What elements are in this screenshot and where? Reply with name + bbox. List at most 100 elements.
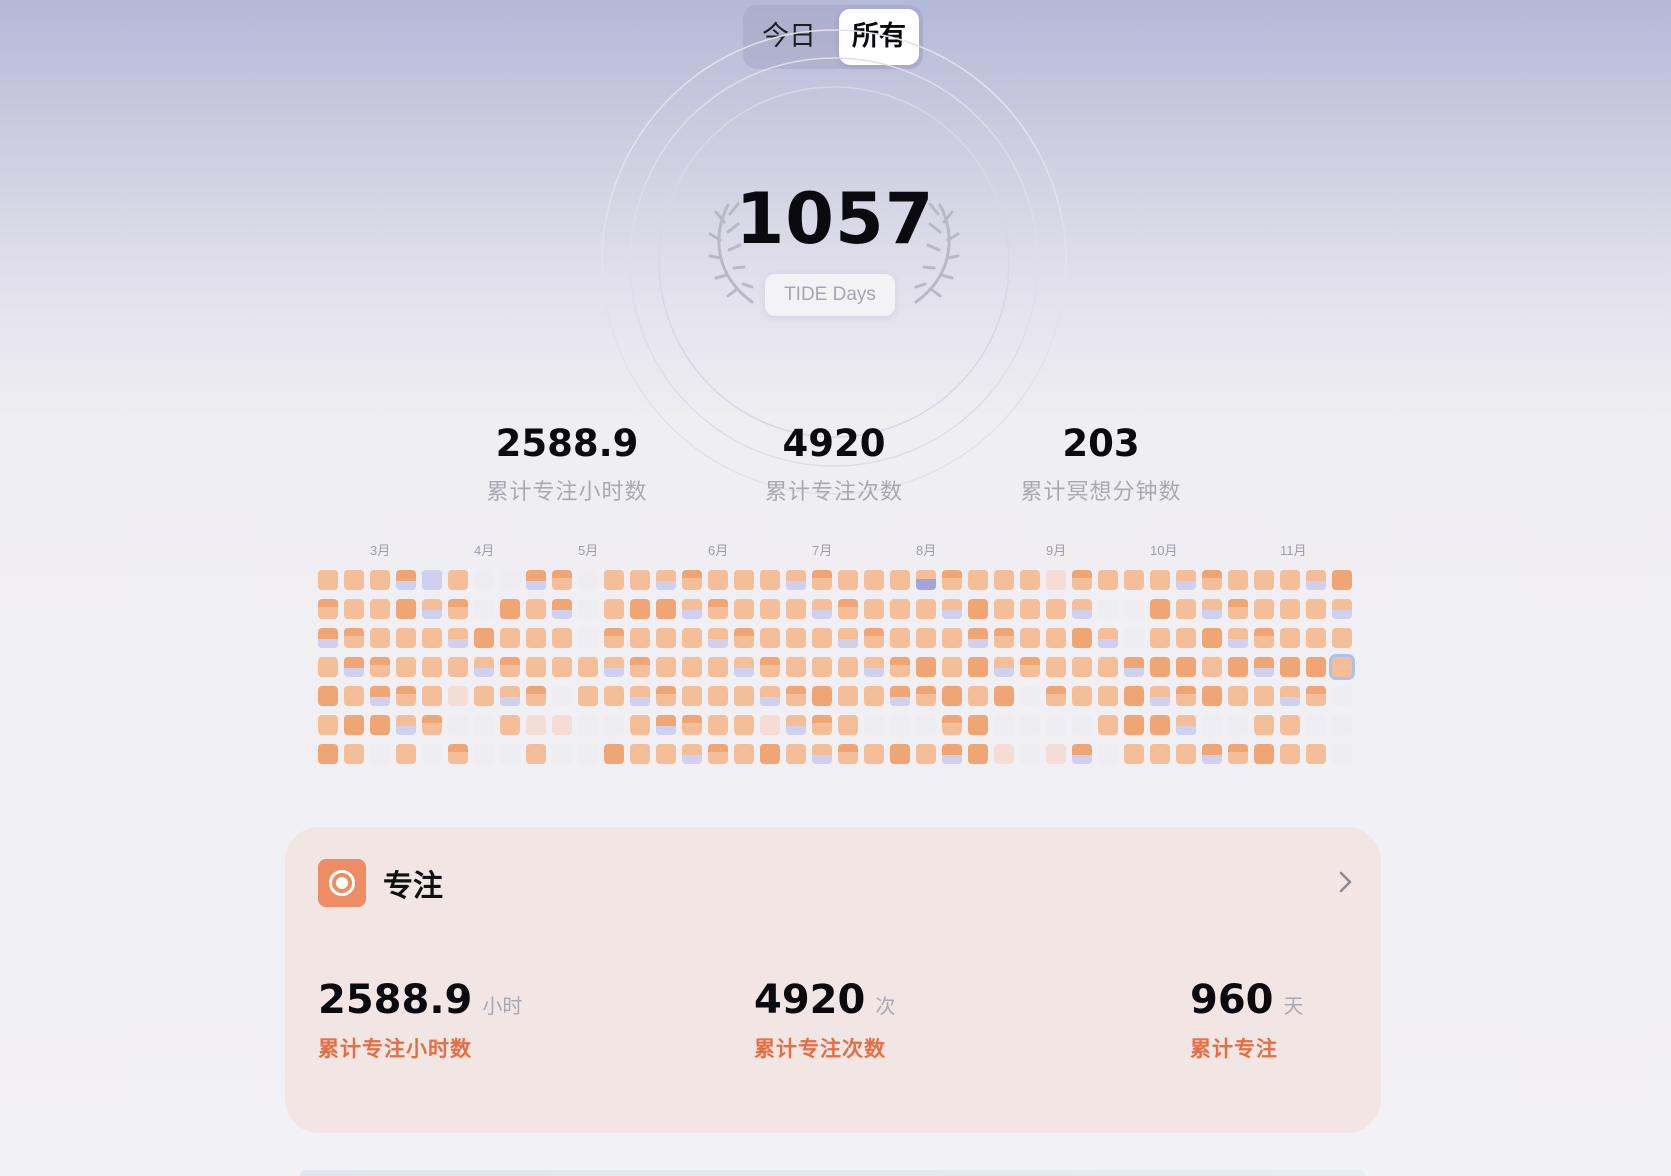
heatmap-day-cell[interactable] (734, 657, 754, 677)
heatmap-day-cell[interactable] (760, 628, 780, 648)
heatmap-day-cell[interactable] (318, 686, 338, 706)
heatmap-day-cell[interactable] (1176, 599, 1196, 619)
heatmap-day-cell[interactable] (1306, 744, 1326, 764)
heatmap-day-cell[interactable] (1098, 628, 1118, 648)
heatmap-day-cell[interactable] (630, 744, 650, 764)
heatmap-day-cell[interactable] (526, 570, 546, 590)
heatmap-day-cell[interactable] (1280, 715, 1300, 735)
heatmap-day-cell[interactable] (1332, 570, 1352, 590)
heatmap-day-cell[interactable] (552, 715, 572, 735)
heatmap-day-cell[interactable] (578, 570, 598, 590)
heatmap-day-cell[interactable] (890, 657, 910, 677)
heatmap-day-cell[interactable] (1332, 715, 1352, 735)
heatmap-day-cell[interactable] (396, 715, 416, 735)
heatmap-day-cell[interactable] (1020, 628, 1040, 648)
heatmap-day-cell[interactable] (526, 599, 546, 619)
heatmap-day-cell[interactable] (682, 570, 702, 590)
heatmap-day-cell[interactable] (1228, 570, 1248, 590)
heatmap-day-cell[interactable] (734, 686, 754, 706)
heatmap-day-cell[interactable] (552, 657, 572, 677)
heatmap-day-cell[interactable] (604, 686, 624, 706)
heatmap-day-cell[interactable] (370, 744, 390, 764)
focus-card[interactable]: 专注 2588.9 小时 累计专注小时数 4920 次 累计专注次数 960 天 累计… (285, 827, 1381, 1133)
heatmap-day-cell[interactable] (578, 628, 598, 648)
heatmap-day-cell[interactable] (448, 599, 468, 619)
heatmap-day-cell[interactable] (1306, 715, 1326, 735)
heatmap-day-cell[interactable] (474, 628, 494, 648)
heatmap-day-cell[interactable] (890, 744, 910, 764)
heatmap-day-cell[interactable] (344, 657, 364, 677)
heatmap-day-cell[interactable] (1306, 686, 1326, 706)
heatmap-day-cell[interactable] (994, 686, 1014, 706)
heatmap-day-cell[interactable] (500, 570, 520, 590)
heatmap-day-cell[interactable] (500, 715, 520, 735)
toggle-all-button[interactable]: 所有 (839, 9, 919, 65)
heatmap-day-cell[interactable] (968, 628, 988, 648)
heatmap-day-cell[interactable] (1072, 599, 1092, 619)
heatmap-day-cell[interactable] (1228, 657, 1248, 677)
heatmap-day-cell[interactable] (1020, 744, 1040, 764)
heatmap-day-cell[interactable] (1280, 599, 1300, 619)
heatmap-day-cell[interactable] (864, 686, 884, 706)
heatmap-day-cell[interactable] (1124, 744, 1144, 764)
heatmap-day-cell[interactable] (1176, 686, 1196, 706)
heatmap-day-cell[interactable] (500, 657, 520, 677)
heatmap-day-cell[interactable] (1124, 628, 1144, 648)
heatmap-day-cell[interactable] (1046, 657, 1066, 677)
heatmap-day-cell[interactable] (760, 744, 780, 764)
heatmap-day-cell[interactable] (1280, 686, 1300, 706)
heatmap-day-cell[interactable] (1254, 657, 1274, 677)
heatmap-day-cell[interactable] (812, 599, 832, 619)
heatmap-day-cell[interactable] (708, 657, 728, 677)
heatmap-day-cell[interactable] (1254, 570, 1274, 590)
heatmap-day-cell[interactable] (838, 657, 858, 677)
heatmap-day-cell[interactable] (1280, 744, 1300, 764)
heatmap-day-cell[interactable] (1098, 657, 1118, 677)
heatmap-day-cell[interactable] (370, 657, 390, 677)
heatmap-day-cell[interactable] (734, 744, 754, 764)
heatmap-day-cell[interactable] (630, 628, 650, 648)
heatmap-day-cell[interactable] (1046, 744, 1066, 764)
heatmap-day-cell[interactable] (578, 657, 598, 677)
heatmap-day-cell[interactable] (500, 744, 520, 764)
heatmap-day-cell[interactable] (1228, 686, 1248, 706)
heatmap-day-cell[interactable] (682, 599, 702, 619)
heatmap-day-cell[interactable] (604, 599, 624, 619)
heatmap-day-cell[interactable] (370, 686, 390, 706)
heatmap-day-cell[interactable] (552, 599, 572, 619)
heatmap-day-cell[interactable] (1072, 715, 1092, 735)
heatmap-day-cell[interactable] (474, 715, 494, 735)
heatmap-day-cell[interactable] (578, 686, 598, 706)
heatmap-day-cell[interactable] (968, 657, 988, 677)
heatmap-day-cell[interactable] (1046, 599, 1066, 619)
heatmap-day-cell[interactable] (1306, 628, 1326, 648)
heatmap-day-cell[interactable] (500, 599, 520, 619)
heatmap-day-cell[interactable] (630, 570, 650, 590)
heatmap-day-cell[interactable] (994, 628, 1014, 648)
heatmap-day-cell[interactable] (448, 570, 468, 590)
heatmap-day-cell[interactable] (968, 599, 988, 619)
heatmap-day-cell[interactable] (1176, 715, 1196, 735)
heatmap-day-cell[interactable] (994, 657, 1014, 677)
heatmap-day-cell[interactable] (1020, 657, 1040, 677)
heatmap-day-cell[interactable] (318, 657, 338, 677)
heatmap-day-cell[interactable] (968, 570, 988, 590)
heatmap-day-cell[interactable] (1098, 715, 1118, 735)
heatmap-day-cell[interactable] (656, 686, 676, 706)
heatmap-day-cell[interactable] (318, 570, 338, 590)
heatmap-day-cell[interactable] (1332, 599, 1352, 619)
heatmap-day-cell[interactable] (760, 657, 780, 677)
heatmap-day-cell[interactable] (1228, 599, 1248, 619)
heatmap-day-cell[interactable] (656, 657, 676, 677)
heatmap-day-cell[interactable] (1046, 570, 1066, 590)
heatmap-day-cell[interactable] (422, 657, 442, 677)
heatmap-day-cell[interactable] (630, 599, 650, 619)
heatmap-day-cell[interactable] (604, 570, 624, 590)
heatmap-day-cell[interactable] (422, 628, 442, 648)
heatmap-day-cell[interactable] (1202, 744, 1222, 764)
heatmap-day-cell[interactable] (838, 686, 858, 706)
heatmap-day-cell[interactable] (682, 715, 702, 735)
heatmap-day-cell[interactable] (526, 628, 546, 648)
heatmap-day-cell[interactable] (916, 686, 936, 706)
heatmap-day-cell[interactable] (656, 744, 676, 764)
